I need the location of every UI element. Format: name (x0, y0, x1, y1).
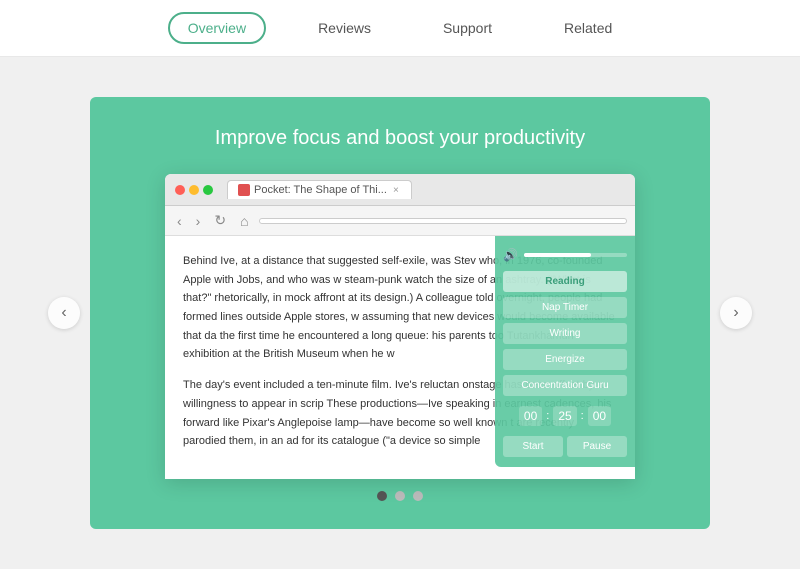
tab-reviews[interactable]: Reviews (298, 12, 391, 44)
timer-controls: Start Pause (503, 436, 627, 457)
carousel-pagination (377, 479, 423, 509)
pagination-dot-1[interactable] (377, 491, 387, 501)
sound-control: 🔊 (503, 246, 627, 264)
nap-timer-btn[interactable]: Nap Timer (503, 297, 627, 318)
writing-mode-btn[interactable]: Writing (503, 323, 627, 344)
feature-banner: Improve focus and boost your productivit… (90, 97, 710, 529)
reading-mode-btn[interactable]: Reading (503, 271, 627, 292)
carousel-arrow-left[interactable]: ‹ (48, 297, 80, 329)
browser-back-btn[interactable]: ‹ (173, 211, 186, 231)
sound-bar[interactable] (524, 253, 627, 257)
pagination-dot-2[interactable] (395, 491, 405, 501)
concentration-guru-btn[interactable]: Concentration Guru (503, 375, 627, 396)
window-controls (175, 185, 213, 195)
browser-tab[interactable]: Pocket: The Shape of Thi... × (227, 180, 412, 199)
window-minimize-dot[interactable] (189, 185, 199, 195)
window-maximize-dot[interactable] (203, 185, 213, 195)
timer-pause-btn[interactable]: Pause (567, 436, 627, 457)
timer-minutes: 25 (553, 406, 576, 426)
browser-toolbar: Pocket: The Shape of Thi... × (165, 174, 635, 206)
window-close-dot[interactable] (175, 185, 185, 195)
timer-start-btn[interactable]: Start (503, 436, 563, 457)
tab-related[interactable]: Related (544, 12, 632, 44)
timer-hours: 00 (519, 406, 542, 426)
tab-overview[interactable]: Overview (168, 12, 266, 44)
tab-label: Pocket: The Shape of Thi... (254, 184, 387, 196)
browser-nav-bar: ‹ › ↻ ⌂ (165, 206, 635, 236)
carousel-arrow-right[interactable]: › (720, 297, 752, 329)
tab-favicon (238, 184, 250, 196)
tab-close-btn[interactable]: × (391, 185, 401, 195)
focus-side-panel: 🔊 Reading Nap Timer Writing Energize Con… (495, 236, 635, 467)
address-bar[interactable] (259, 218, 627, 224)
browser-reload-btn[interactable]: ↻ (210, 210, 230, 231)
sound-bar-fill (524, 253, 591, 257)
sound-icon: 🔊 (503, 248, 518, 262)
timer-seconds: 00 (588, 406, 611, 426)
browser-forward-btn[interactable]: › (192, 211, 205, 231)
browser-mockup: Pocket: The Shape of Thi... × ‹ › ↻ ⌂ (165, 174, 635, 479)
main-content: ‹ Improve focus and boost your productiv… (0, 57, 800, 569)
energize-btn[interactable]: Energize (503, 349, 627, 370)
tab-support[interactable]: Support (423, 12, 512, 44)
pagination-dot-3[interactable] (413, 491, 423, 501)
browser-home-btn[interactable]: ⌂ (236, 211, 252, 231)
timer-colon-1: : (546, 410, 549, 422)
content-wrapper: ‹ Improve focus and boost your productiv… (40, 77, 760, 549)
top-navigation: Overview Reviews Support Related (0, 0, 800, 57)
timer-display: 00 : 25 : 00 (503, 401, 627, 431)
banner-title: Improve focus and boost your productivit… (215, 127, 585, 150)
timer-colon-2: : (581, 410, 584, 422)
browser-body: Behind Ive, at a distance that suggested… (165, 236, 635, 479)
